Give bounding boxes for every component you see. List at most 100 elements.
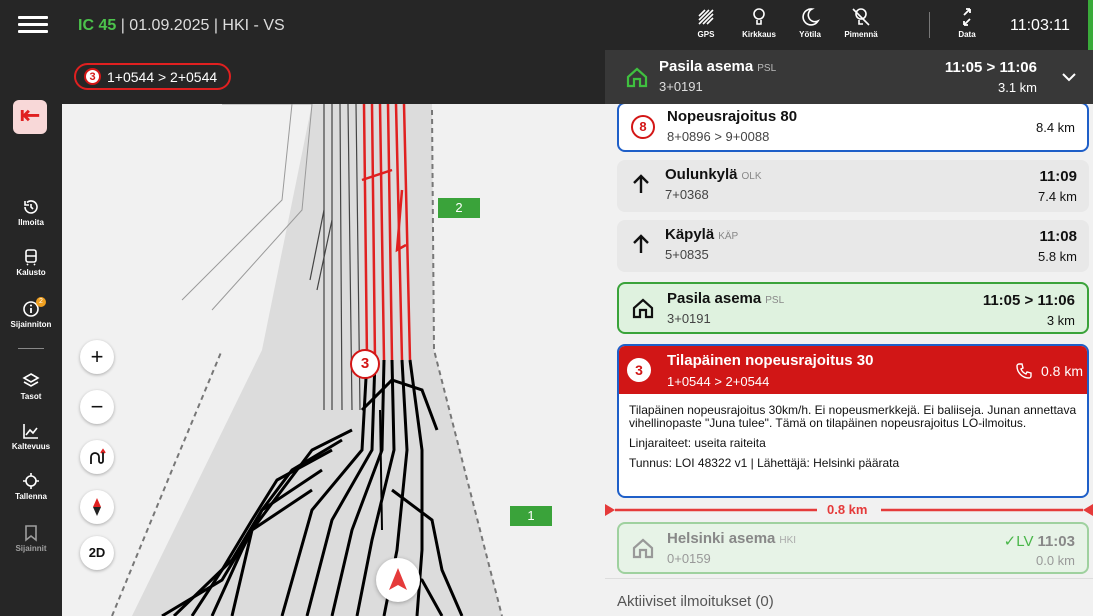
track-map-canvas	[111, 103, 503, 616]
list-item-oulunkyla[interactable]: Oulunkylä OLK 7+0368 11:09 7.4 km	[617, 160, 1089, 212]
next-stop-header[interactable]: Pasila asema PSL 3+0191 11:05 > 11:06 3.1…	[605, 50, 1093, 104]
rail-item-kaltevuus[interactable]: Kaltevuus	[0, 422, 62, 451]
header-station: Pasila asema PSL	[659, 58, 776, 75]
item-km: 8+0896 > 9+0088	[667, 129, 770, 144]
item-name: Nopeusrajoitus 80	[667, 108, 798, 125]
collapse-panel-button[interactable]: ⇤	[13, 100, 47, 134]
rail-label: Ilmoita	[18, 218, 44, 227]
divider-distance: 0.8 km	[827, 502, 868, 517]
history-icon	[24, 200, 38, 214]
view-mode-button[interactable]: 2D	[80, 536, 114, 570]
item-dist: 8.4 km	[1035, 120, 1075, 135]
zoom-in-button[interactable]: +	[80, 340, 114, 374]
header-km: 3+0191	[659, 79, 703, 94]
zoom-out-button[interactable]: −	[80, 390, 114, 424]
arrow-up-icon	[633, 174, 649, 193]
night-mode-label: Yötila	[799, 30, 821, 39]
active-restriction-chip[interactable]: 3 1+0544 > 2+0544	[74, 63, 232, 90]
data-button[interactable]: Data	[942, 6, 992, 39]
item-km: 3+0191	[667, 311, 711, 326]
timeline-panel: 8 Nopeusrajoitus 80 8+0896 > 9+0088 8.4 …	[605, 50, 1093, 616]
item-time: 11:09	[1039, 168, 1077, 185]
night-mode-icon	[802, 8, 821, 26]
restriction-km-range: 1+0544 > 2+0544	[667, 374, 770, 389]
departed-status: ✓LV	[1003, 533, 1034, 550]
gps-icon	[698, 9, 714, 25]
top-bar: IC 45 | 01.09.2025 | HKI - VS GPS Kirkka…	[0, 0, 1093, 50]
rail-label: Tasot	[20, 392, 42, 401]
left-rail: ⇤ Ilmoita Kalusto 2 Sijainniton Tasot Ka…	[0, 50, 62, 616]
gps-button[interactable]: GPS	[681, 6, 731, 39]
restriction-tracks: Linjaraiteet: useita raiteita	[629, 436, 766, 450]
crosshair-icon	[23, 473, 39, 489]
restriction-title: Tilapäinen nopeusrajoitus 30	[667, 352, 874, 369]
restriction-details: Tilapäinen nopeusrajoitus 30km/h. Ei nop…	[629, 404, 1081, 477]
rail-item-tasot[interactable]: Tasot	[0, 372, 62, 401]
rail-divider	[18, 348, 44, 349]
recenter-button[interactable]	[376, 558, 420, 602]
rail-label: Kalusto	[16, 268, 46, 277]
clock: 11:03:11	[1010, 17, 1070, 34]
rail-item-kalusto[interactable]: Kalusto	[0, 248, 62, 277]
restriction-km: 1+0544 > 2+0544	[107, 68, 218, 85]
chevron-down-icon[interactable]	[1061, 69, 1077, 85]
trip-info: | 01.09.2025 | HKI - VS	[120, 17, 285, 34]
dim-button[interactable]: Pimennä	[836, 6, 886, 39]
rail-item-sijainnit[interactable]: Sijainnit	[0, 524, 62, 553]
rail-item-ilmoita[interactable]: Ilmoita	[0, 198, 62, 227]
rail-label: Kaltevuus	[11, 442, 51, 451]
active-notifications-title[interactable]: Aktiiviset ilmoitukset (0)	[617, 593, 774, 610]
home-icon	[632, 538, 654, 559]
item-name: Pasila asema PSL	[667, 290, 784, 307]
section-divider	[605, 578, 1093, 579]
station-abbr: HKI	[779, 535, 797, 546]
station-name: Pasila asema	[667, 290, 762, 307]
track-label-1: 1	[510, 506, 552, 526]
departure-time: 11:03	[1037, 533, 1075, 550]
item-name: Käpylä KÄP	[665, 226, 738, 243]
home-icon	[626, 67, 648, 88]
notification-badge: 2	[36, 297, 46, 307]
brightness-label: Kirkkaus	[742, 30, 776, 39]
route-button[interactable]	[80, 440, 114, 474]
restriction-number: 3	[84, 68, 101, 85]
rail-item-tallenna[interactable]: Tallenna	[0, 472, 62, 501]
item-dist: 0.0 km	[1035, 553, 1075, 568]
restriction-description: Tilapäinen nopeusrajoitus 30km/h. Ei nop…	[629, 403, 1077, 430]
station-abbr: PSL	[757, 63, 777, 74]
restriction-number-icon: 3	[627, 358, 651, 382]
restriction-header: 3 Tilapäinen nopeusrajoitus 30 1+0544 > …	[619, 346, 1087, 394]
list-item-speed-limit[interactable]: 8 Nopeusrajoitus 80 8+0896 > 9+0088 8.4 …	[617, 102, 1089, 152]
list-item-pasila[interactable]: Pasila asema PSL 3+0191 11:05 > 11:06 3 k…	[617, 282, 1089, 334]
track-label-2: 2	[438, 198, 480, 218]
chart-icon	[23, 424, 38, 439]
speed-limit-icon: 8	[631, 115, 655, 139]
brightness-button[interactable]: Kirkkaus	[734, 6, 784, 39]
item-time: 11:08	[1039, 228, 1077, 245]
item-name: Helsinki asema HKI	[667, 530, 796, 547]
item-time: 11:05 > 11:06	[982, 292, 1075, 309]
brightness-icon	[753, 8, 765, 25]
train-id: IC 45	[78, 17, 117, 34]
station-abbr: OLK	[741, 171, 762, 182]
status-edge	[1088, 0, 1093, 50]
header-time: 11:05 > 11:06	[944, 59, 1037, 76]
item-km: 5+0835	[665, 247, 709, 262]
restriction-dist: 0.8 km	[1040, 363, 1083, 379]
restriction-marker[interactable]: 3	[350, 349, 380, 379]
list-item-kapyla[interactable]: Käpylä KÄP 5+0835 11:08 5.8 km	[617, 220, 1089, 272]
temporary-restriction-card[interactable]: 3 Tilapäinen nopeusrajoitus 30 1+0544 > …	[617, 344, 1089, 498]
track-map[interactable]: 3 1+0544 > 2+0544 2 1 3 + − 2D	[62, 50, 605, 616]
compass-icon	[93, 498, 101, 516]
station-name: Helsinki asema	[667, 530, 776, 547]
night-mode-button[interactable]: Yötila	[785, 6, 835, 39]
data-label: Data	[958, 30, 976, 39]
rail-item-sijainniton[interactable]: 2 Sijainniton	[0, 297, 62, 329]
menu-icon[interactable]	[18, 12, 48, 38]
restriction-id: Tunnus: LOI 48322 v1 | Lähettäjä: Helsin…	[629, 456, 900, 470]
compass-button[interactable]	[80, 490, 114, 524]
list-item-helsinki[interactable]: Helsinki asema HKI 0+0159 ✓LV 11:03 0.0 km	[617, 522, 1089, 574]
home-icon	[632, 298, 654, 319]
current-position-divider: 0.8 km	[605, 501, 1093, 519]
header-dist: 3.1 km	[997, 80, 1037, 95]
